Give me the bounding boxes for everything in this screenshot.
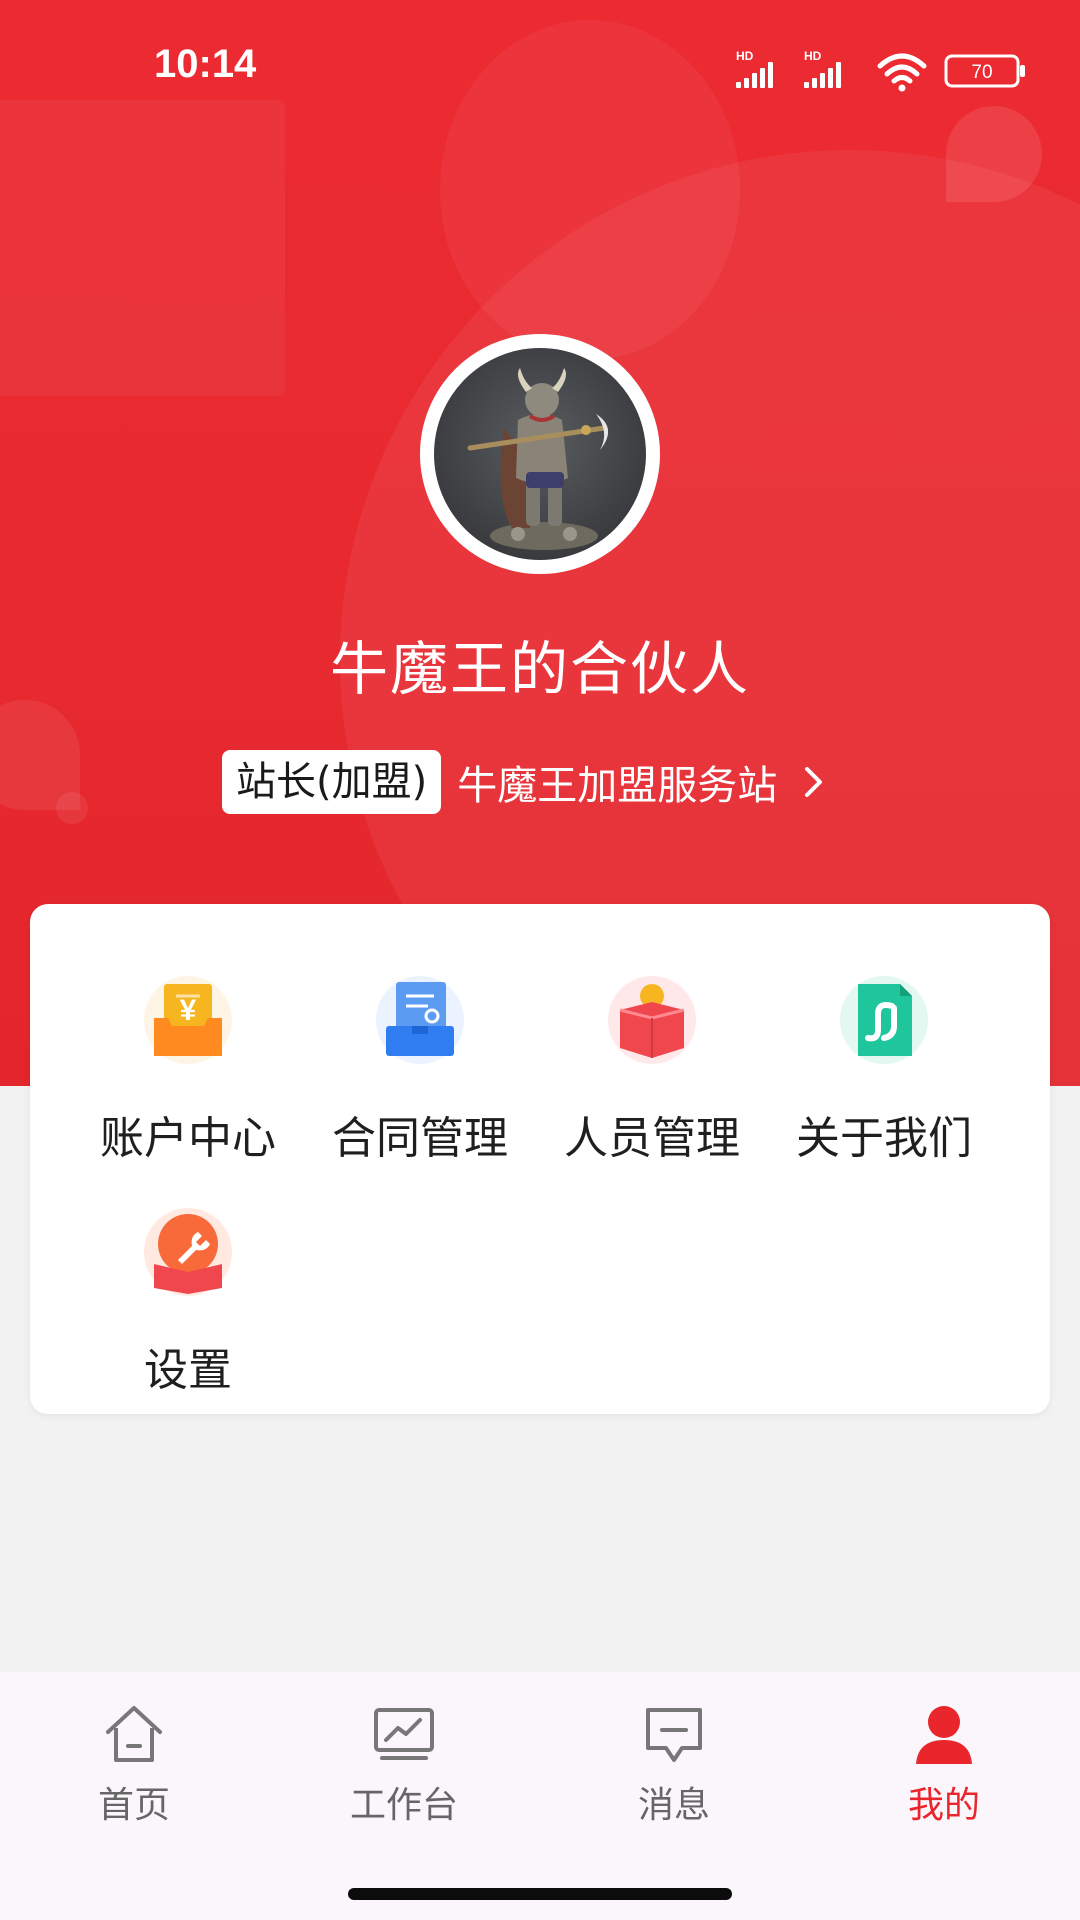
personnel-box-icon — [608, 976, 696, 1064]
signal-icon-1 — [736, 62, 773, 88]
user-name: 牛魔王的合伙人 — [329, 635, 750, 703]
wifi-icon — [877, 53, 927, 84]
status-time: 10:14 — [154, 42, 257, 86]
svg-text:¥: ¥ — [180, 994, 197, 1027]
tab-label: 消息 — [637, 1785, 710, 1826]
network-label-1: HD — [736, 49, 754, 63]
avatar-frame[interactable] — [420, 334, 660, 574]
battery-icon: 70 — [944, 54, 1025, 88]
status-icons: HD HD 70 — [736, 49, 1025, 92]
menu-item-personnel-management[interactable]: 人员管理 — [536, 974, 768, 1174]
network-label-2: HD — [804, 49, 822, 63]
menu-item-label: 账户中心 — [100, 1113, 276, 1164]
bottom-tab-bar: 首页 工作台 消息 我的 — [0, 1672, 1080, 1920]
account-wallet-icon: ¥ — [144, 976, 232, 1064]
header-decoration-circle-small — [440, 20, 740, 360]
signal-icon-2 — [804, 62, 841, 88]
profile-person-icon — [916, 1706, 972, 1764]
menu-item-contract-management[interactable]: 合同管理 — [304, 974, 536, 1174]
menu-card: ¥ 账户中心 合同管理 人员管理 关于我们 设置 — [30, 904, 1050, 1414]
menu-item-label: 人员管理 — [564, 1113, 740, 1164]
menu-item-about-us[interactable]: 关于我们 — [768, 974, 1000, 1174]
tab-label: 我的 — [907, 1785, 980, 1826]
home-icon — [106, 1706, 162, 1762]
battery-level: 70 — [971, 62, 992, 83]
tab-home[interactable]: 首页 — [54, 1702, 214, 1832]
avatar[interactable] — [434, 348, 646, 560]
menu-item-account-center[interactable]: ¥ 账户中心 — [72, 974, 304, 1174]
header-decoration-bubble — [946, 106, 1042, 202]
about-us-icon — [840, 976, 928, 1064]
role-badge: 站长(加盟) — [222, 750, 442, 814]
chevron-right-icon[interactable] — [803, 765, 825, 799]
menu-item-label: 关于我们 — [796, 1113, 972, 1164]
menu-item-label: 设置 — [144, 1345, 232, 1396]
bull-demon-avatar-icon — [467, 368, 609, 550]
tab-label: 首页 — [97, 1785, 170, 1826]
settings-wrench-icon — [144, 1208, 232, 1296]
tab-workbench[interactable]: 工作台 — [324, 1702, 484, 1832]
station-link[interactable]: 站长(加盟) 牛魔王加盟服务站 — [222, 750, 825, 814]
workbench-icon — [374, 1708, 434, 1760]
menu-item-label: 合同管理 — [332, 1113, 508, 1164]
header-decoration-rect — [0, 100, 285, 396]
header-decoration-dot — [56, 792, 88, 824]
home-indicator[interactable] — [348, 1888, 732, 1900]
tab-messages[interactable]: 消息 — [594, 1702, 754, 1832]
station-name[interactable]: 牛魔王加盟服务站 — [457, 753, 777, 811]
message-icon — [646, 1708, 702, 1762]
contract-document-icon — [376, 976, 464, 1064]
menu-item-settings[interactable]: 设置 — [72, 1206, 304, 1406]
tab-label: 工作台 — [349, 1785, 458, 1826]
tab-profile[interactable]: 我的 — [864, 1702, 1024, 1832]
